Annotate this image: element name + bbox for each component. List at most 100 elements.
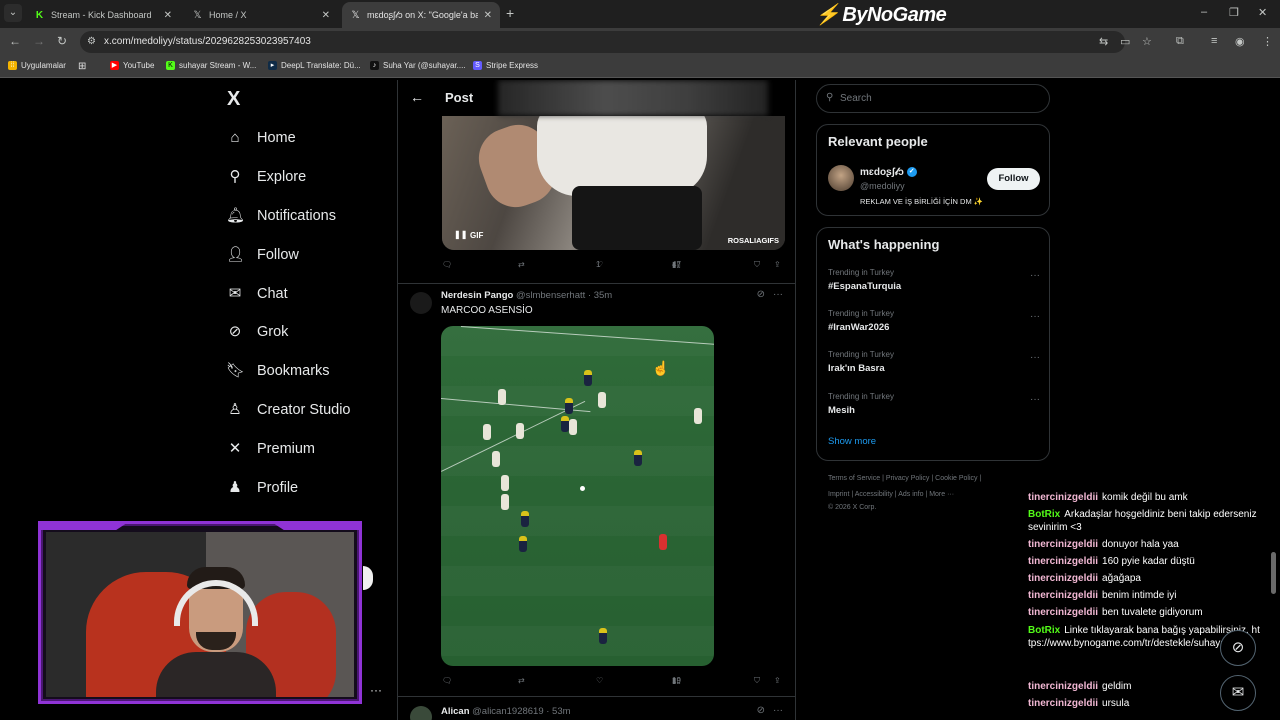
back-icon[interactable]: ← (9, 34, 21, 48)
media-control-icon[interactable]: ≡ (1211, 35, 1217, 47)
bookmark-star-icon[interactable]: ☆ (1142, 35, 1152, 48)
close-icon[interactable]: ✕ (484, 10, 492, 21)
avatar[interactable] (828, 165, 854, 191)
site-info-icon[interactable]: ⚙ (87, 36, 96, 47)
repost-icon[interactable]: ⇄ (518, 260, 525, 269)
pause-icon[interactable]: ❚❚ (454, 230, 467, 239)
grok-floating-button[interactable]: ⊘ (1220, 630, 1256, 666)
nav-item-bookmarks[interactable]: 🔖︎ Bookmarks (226, 358, 330, 384)
close-icon[interactable]: ✕ (322, 10, 330, 21)
chat-username[interactable]: tinercinizgeldii (1028, 681, 1098, 692)
reply-icon[interactable]: 🗨︎ (442, 260, 452, 269)
x-logo-icon[interactable]: X (227, 88, 240, 111)
bookmark-icon[interactable]: ⛉ (754, 260, 760, 270)
football-video-media[interactable] (441, 326, 714, 666)
author-handle[interactable]: @alican1928619 (472, 706, 543, 717)
footer-link[interactable]: Ads info (898, 491, 923, 498)
chat-username[interactable]: tinercinizgeldii (1028, 607, 1098, 618)
heart-icon[interactable]: ♡ (596, 676, 603, 685)
footer-link[interactable]: Privacy Policy (886, 475, 930, 482)
repost-icon[interactable]: ⇄ (518, 676, 525, 685)
restore-icon[interactable]: ❐ (1229, 6, 1239, 19)
search-input[interactable]: ⚲ Search (816, 84, 1050, 113)
trend-item[interactable]: Trending in Turkey #IranWar2026 ··· (828, 309, 1040, 339)
chat-username[interactable]: tinercinizgeldii (1028, 539, 1098, 550)
reply-icon[interactable]: 🗨︎ (442, 676, 452, 685)
window-close-icon[interactable]: ✕ (1258, 6, 1267, 19)
nav-item-explore[interactable]: ⚲ Explore (226, 164, 307, 190)
chat-username[interactable]: BotRix (1028, 509, 1060, 520)
share-icon[interactable]: ⇪ (774, 676, 781, 685)
scrollbar[interactable] (1271, 552, 1276, 594)
bookmark-tiktok[interactable]: ♪ Suha Yar (@suhayar.... (370, 61, 466, 70)
translate-icon[interactable]: ⇆ (1099, 35, 1108, 48)
forward-icon[interactable]: → (33, 34, 45, 48)
nav-item-chat[interactable]: ✉ Chat (226, 281, 288, 307)
more-options-icon[interactable]: ··· (1030, 394, 1040, 405)
footer-link[interactable]: Terms of Service (828, 475, 880, 482)
more-options-icon[interactable]: ··· (773, 705, 783, 716)
back-arrow-icon[interactable]: ← (410, 89, 424, 105)
trend-item[interactable]: Trending in Turkey #EspanaTurquia ··· (828, 268, 1040, 298)
trend-item[interactable]: Trending in Turkey Mesih ··· (828, 392, 1040, 422)
nav-item-follow[interactable]: 👤︎ Follow (226, 242, 299, 268)
bookmark-stripe[interactable]: S Stripe Express (473, 61, 538, 70)
browser-tab-kick[interactable]: K Stream - Kick Dashboard ✕ (26, 2, 180, 28)
chat-username[interactable]: tinercinizgeldii (1028, 698, 1098, 709)
bookmark-deepl[interactable]: ▸ DeepL Translate: Dü... (268, 61, 361, 70)
browser-tab-home-x[interactable]: 𝕏 Home / X ✕ (184, 2, 338, 28)
messages-floating-button[interactable]: ✉ (1220, 675, 1256, 711)
nav-item-profile[interactable]: ♟ Profile (226, 475, 298, 501)
relevant-person-name[interactable]: mɛdoʂʃ𝓁ɔ ✓ (860, 167, 917, 178)
more-options-icon[interactable]: ··· (1030, 311, 1040, 322)
chat-username[interactable]: tinercinizgeldii (1028, 573, 1098, 584)
more-options-icon[interactable]: ··· (370, 683, 382, 697)
gif-media[interactable]: ❚❚ GIF ROSALIAGIFS (442, 116, 785, 250)
grok-icon[interactable]: ⊘ (757, 289, 765, 300)
menu-icon[interactable]: ⋮ (1262, 35, 1273, 48)
reload-icon[interactable]: ↻ (57, 34, 67, 48)
nav-item-grok[interactable]: ⊘ Grok (226, 319, 289, 345)
nav-item-premium[interactable]: ✕ Premium (226, 436, 315, 462)
tweet-time[interactable]: · 35m (588, 290, 612, 301)
new-tab-icon[interactable]: + (506, 5, 514, 21)
author-handle[interactable]: @slmbenserhatt (516, 290, 585, 301)
bookmark-kick-stream[interactable]: K suhayar Stream - W... (166, 61, 256, 70)
author-name[interactable]: Nerdesin Pango (441, 290, 513, 301)
share-icon[interactable]: ⇪ (774, 260, 781, 269)
chat-username[interactable]: tinercinizgeldii (1028, 492, 1098, 503)
more-options-icon[interactable]: ··· (1030, 270, 1040, 281)
chat-username[interactable]: BotRix (1028, 625, 1060, 636)
tab-groups-icon[interactable]: ⊞ (78, 61, 86, 72)
cast-icon[interactable]: ▭ (1120, 35, 1130, 48)
show-more-link[interactable]: Show more (828, 436, 876, 447)
chat-username[interactable]: tinercinizgeldii (1028, 556, 1098, 567)
more-options-icon[interactable]: ··· (1030, 352, 1040, 363)
tab-search-chevron-icon[interactable]: ⌄ (4, 4, 22, 22)
relevant-person-handle[interactable]: @medoliyy (860, 181, 905, 191)
close-icon[interactable]: ✕ (164, 10, 172, 21)
bookmark-apps[interactable]: ⁞⁞ Uygulamalar (8, 61, 66, 70)
profile-icon[interactable]: ◉ (1235, 35, 1245, 48)
bookmark-youtube[interactable]: ▶ YouTube (110, 61, 154, 70)
bookmark-icon[interactable]: ⛉ (754, 676, 760, 686)
minimize-icon[interactable]: – (1201, 6, 1207, 18)
nav-item-notifications[interactable]: 🔔︎ Notifications (226, 203, 336, 229)
footer-link[interactable]: More ··· (929, 491, 954, 498)
grok-icon[interactable]: ⊘ (757, 705, 765, 716)
extensions-icon[interactable]: ⧉ (1176, 35, 1184, 48)
nav-item-home[interactable]: ⌂ Home (226, 125, 295, 151)
footer-link[interactable]: Accessibility (855, 491, 893, 498)
address-bar[interactable]: ⚙ x.com/medoliyy/status/2029628253023957… (80, 31, 1125, 53)
tweet-time[interactable]: · 53m (546, 706, 570, 717)
chat-username[interactable]: tinercinizgeldii (1028, 590, 1098, 601)
more-options-icon[interactable]: ··· (773, 289, 783, 300)
nav-item-creator-studio[interactable]: ♙ Creator Studio (226, 397, 350, 423)
author-name[interactable]: Alican (441, 706, 470, 717)
follow-button[interactable]: Follow (987, 168, 1040, 190)
trend-item[interactable]: Trending in Turkey Irak'ın Basra ··· (828, 350, 1040, 380)
avatar[interactable] (410, 706, 432, 720)
footer-link[interactable]: Imprint (828, 491, 849, 498)
footer-link[interactable]: Cookie Policy (935, 475, 977, 482)
browser-tab-post[interactable]: 𝕏 mɛdoʂʃ𝓁ɔ on X: "Google'a bakın ✕ (342, 2, 500, 28)
